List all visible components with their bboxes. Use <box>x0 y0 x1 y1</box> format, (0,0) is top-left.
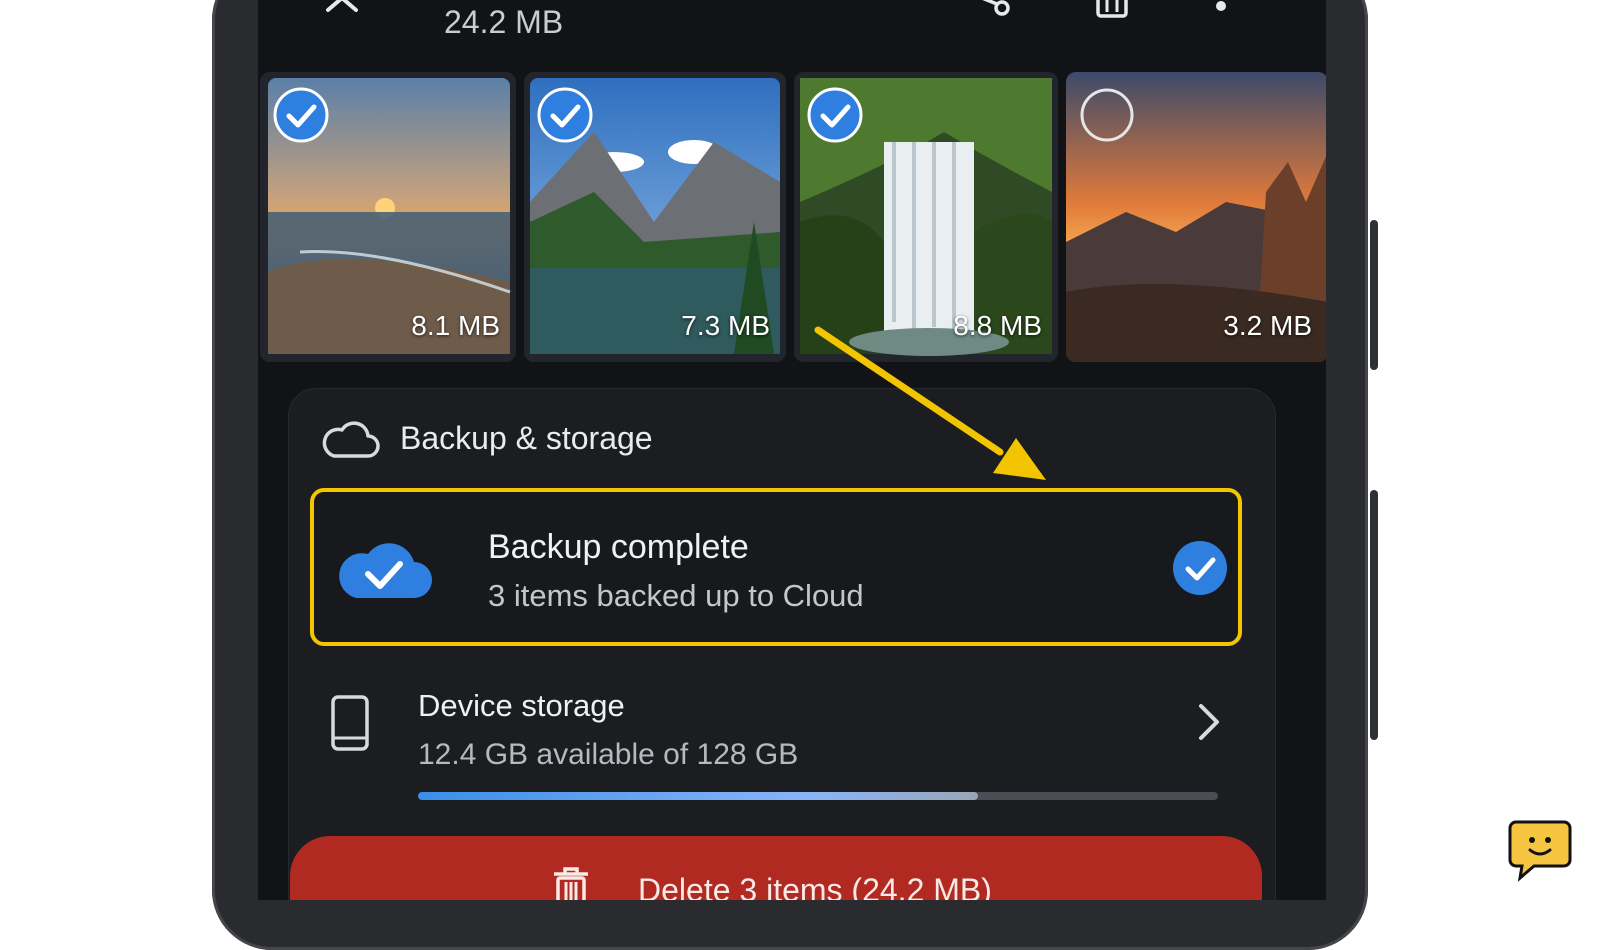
storage-progress-fill <box>418 792 978 800</box>
photo-thumbnail[interactable]: 7.3 MB <box>524 72 786 362</box>
selected-check-icon[interactable] <box>272 86 330 144</box>
power-button <box>1370 490 1378 740</box>
trash-icon <box>554 867 588 900</box>
cloud-outline-icon <box>322 421 380 458</box>
selection-size: 24.2 MB <box>444 4 564 40</box>
unselected-circle-icon[interactable] <box>1078 86 1136 144</box>
storage-progress-bar <box>418 792 1218 800</box>
photo-size: 8.1 MB <box>411 310 500 341</box>
device-storage-subtitle: 12.4 GB available of 128 GB <box>418 738 799 771</box>
device-storage-title[interactable]: Device storage <box>418 688 625 724</box>
phone-icon <box>331 695 369 751</box>
photo-thumbnail[interactable]: 3.2 MB <box>1066 72 1326 362</box>
photo-size: 3.2 MB <box>1223 310 1312 341</box>
photo-size: 7.3 MB <box>681 310 770 341</box>
cloud-check-icon <box>339 543 432 598</box>
volume-button <box>1370 220 1378 370</box>
chat-bubble-icon[interactable] <box>1508 818 1572 882</box>
check-circle-icon <box>1173 541 1227 595</box>
photo-thumbnail[interactable]: 8.8 MB <box>794 72 1058 362</box>
more-vert-icon[interactable] <box>1213 0 1229 14</box>
delete-button-label: Delete 3 items (24.2 MB) <box>638 872 992 900</box>
photo-size: 8.8 MB <box>953 310 1042 341</box>
selected-check-icon[interactable] <box>536 86 594 144</box>
phone-screen: 24.2 MB 8.1 MB 7.3 MB 8.8 MB 3.2 MB Back… <box>258 0 1326 900</box>
backup-status-title: Backup complete <box>488 528 749 566</box>
selected-check-icon[interactable] <box>806 86 864 144</box>
chevron-right-icon[interactable] <box>1196 702 1222 742</box>
section-title: Backup & storage <box>400 420 653 456</box>
photo-thumbnail[interactable]: 8.1 MB <box>260 72 516 362</box>
close-icon[interactable] <box>324 0 364 14</box>
share-icon[interactable] <box>966 0 1012 22</box>
backup-status-subtitle: 3 items backed up to Cloud <box>488 578 864 613</box>
backup-status-row[interactable] <box>310 488 1242 646</box>
trash-icon[interactable] <box>1094 0 1130 18</box>
